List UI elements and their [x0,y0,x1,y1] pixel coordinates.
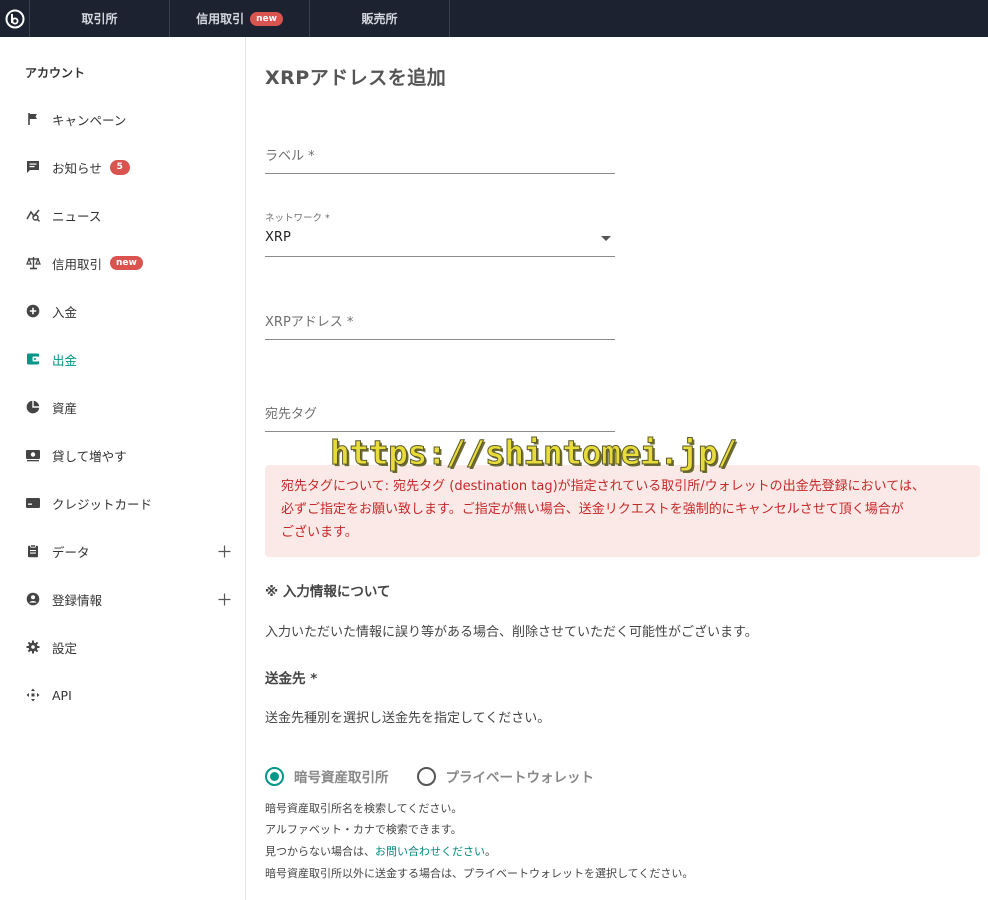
alert-line: 宛先タグについて: 宛先タグ (destination tag)が指定されている… [281,479,926,494]
sidebar-item-deposit[interactable]: 入金 [0,293,245,329]
scale-icon [25,255,41,271]
destination-text: 送金先種別を選択し送金先を指定してください。 [265,711,551,726]
notification-count-badge: 5 [109,159,130,175]
sidebar-item-api[interactable]: API [0,677,245,713]
radio-private-wallet[interactable]: プライベートウォレット [416,766,595,786]
top-nav: 取引所 信用取引 new 販売所 [30,0,450,37]
destination-tag-field[interactable]: 宛先タグ [265,394,615,432]
destination-type-radios: 暗号資産取引所 プライベートウォレット [265,766,622,786]
label-field[interactable]: ラベル * [265,137,615,174]
sidebar-item-news[interactable]: ニュース [0,197,245,233]
sidebar-item-notices[interactable]: お知らせ 5 [0,149,245,185]
sidebar-item-label: 資産 [52,400,78,416]
gear-icon [25,639,41,655]
sidebar-item-label: 出金 [52,352,78,368]
expand-plus-icon[interactable] [215,542,233,560]
radio-unchecked-icon [416,766,436,786]
topnav-store[interactable]: 販売所 [310,0,450,37]
api-icon [25,687,41,703]
dropdown-caret-icon [601,236,611,241]
destination-heading: 送金先 * [265,671,318,687]
flag-icon [25,111,41,127]
hint-suffix: 。 [485,845,496,858]
hint-text: 暗号資産取引所名を検索してください。 [265,802,463,815]
sidebar-item-data[interactable]: データ [0,533,245,569]
address-placeholder: XRPアドレス * [265,315,354,330]
wallet-icon [25,351,41,367]
sidebar-item-campaign[interactable]: キャンペーン [0,101,245,137]
destination-tag-alert: 宛先タグについて: 宛先タグ (destination tag)が指定されている… [265,465,980,557]
sidebar-item-label: お知らせ [52,160,102,176]
new-badge: new [250,11,283,26]
hint-text: 暗号資産取引所以外に送金する場合は、プライベートウォレットを選択してください。 [265,867,694,880]
radio-exchange[interactable]: 暗号資産取引所 [265,766,389,786]
contact-link[interactable]: お問い合わせください [375,845,485,858]
input-info-text: 入力いただいた情報に誤り等がある場合、削除させていただく可能性がございます。 [265,625,758,640]
sidebar-item-credit-card[interactable]: クレジットカード [0,485,245,521]
sidebar: アカウント キャンペーン お知らせ 5 ニュース 信用取引 new 入金 出金 … [0,37,246,900]
news-icon [25,207,41,223]
bitbank-logo[interactable] [0,0,30,37]
top-bar: 取引所 信用取引 new 販売所 [0,0,988,37]
account-icon [25,591,41,607]
sidebar-item-label: クレジットカード [52,496,153,512]
sidebar-item-label: データ [52,544,90,560]
sidebar-item-lending[interactable]: 貸して増やす [0,437,245,473]
topnav-store-label: 販売所 [361,12,398,26]
sidebar-item-withdraw[interactable]: 出金 [0,341,245,377]
sidebar-item-settings[interactable]: 設定 [0,629,245,665]
input-info-heading: ※ 入力情報について [265,584,391,600]
label-placeholder: ラベル * [265,149,315,164]
sidebar-item-label: ニュース [52,208,102,224]
sidebar-item-label: 登録情報 [52,592,103,608]
tag-placeholder: 宛先タグ [265,407,318,422]
money-icon [25,447,41,463]
new-badge: new [110,256,143,270]
clipboard-icon [25,543,41,559]
topnav-exchange-label: 取引所 [81,12,118,26]
xrp-address-field[interactable]: XRPアドレス * [265,302,615,340]
sidebar-item-label: 信用取引 [52,256,103,272]
plus-circle-icon [25,303,41,319]
sidebar-item-label: API [52,687,72,703]
expand-plus-icon[interactable] [215,590,233,608]
alert-line: 必ずご指定をお願い致します。ご指定が無い場合、送金リクエストを強制的にキャンセル… [281,502,904,517]
message-icon [25,159,41,175]
topnav-margin-label: 信用取引 [196,12,245,26]
sidebar-item-label: キャンペーン [52,112,127,128]
sidebar-item-assets[interactable]: 資産 [0,389,245,425]
sidebar-item-label: 入金 [52,304,78,320]
alert-line: ございます。 [281,525,358,540]
page-title: XRPアドレスを追加 [265,67,447,89]
sidebar-item-registration[interactable]: 登録情報 [0,581,245,617]
credit-card-icon [25,495,41,511]
sidebar-item-label: 設定 [52,640,78,656]
network-label: ネットワーク * [265,213,330,224]
hint-text: 見つからない場合は、お問い合わせください。 [265,843,496,859]
radio-wallet-label: プライベートウォレット [445,770,595,786]
network-value: XRP [265,230,291,245]
hint-prefix: 見つからない場合は、 [265,845,375,858]
radio-exchange-label: 暗号資産取引所 [294,770,389,786]
sidebar-title: アカウント [25,66,86,80]
radio-checked-icon [265,766,284,786]
sidebar-item-label: 貸して増やす [52,448,127,464]
network-select[interactable]: ネットワーク * XRP [265,205,615,257]
logo-icon [5,9,24,28]
sidebar-item-margin[interactable]: 信用取引 new [0,245,245,281]
topnav-exchange[interactable]: 取引所 [30,0,170,37]
topnav-margin[interactable]: 信用取引 new [170,0,310,37]
pie-chart-icon [25,399,41,415]
hint-text: アルファベット・カナで検索できます。 [265,823,462,836]
